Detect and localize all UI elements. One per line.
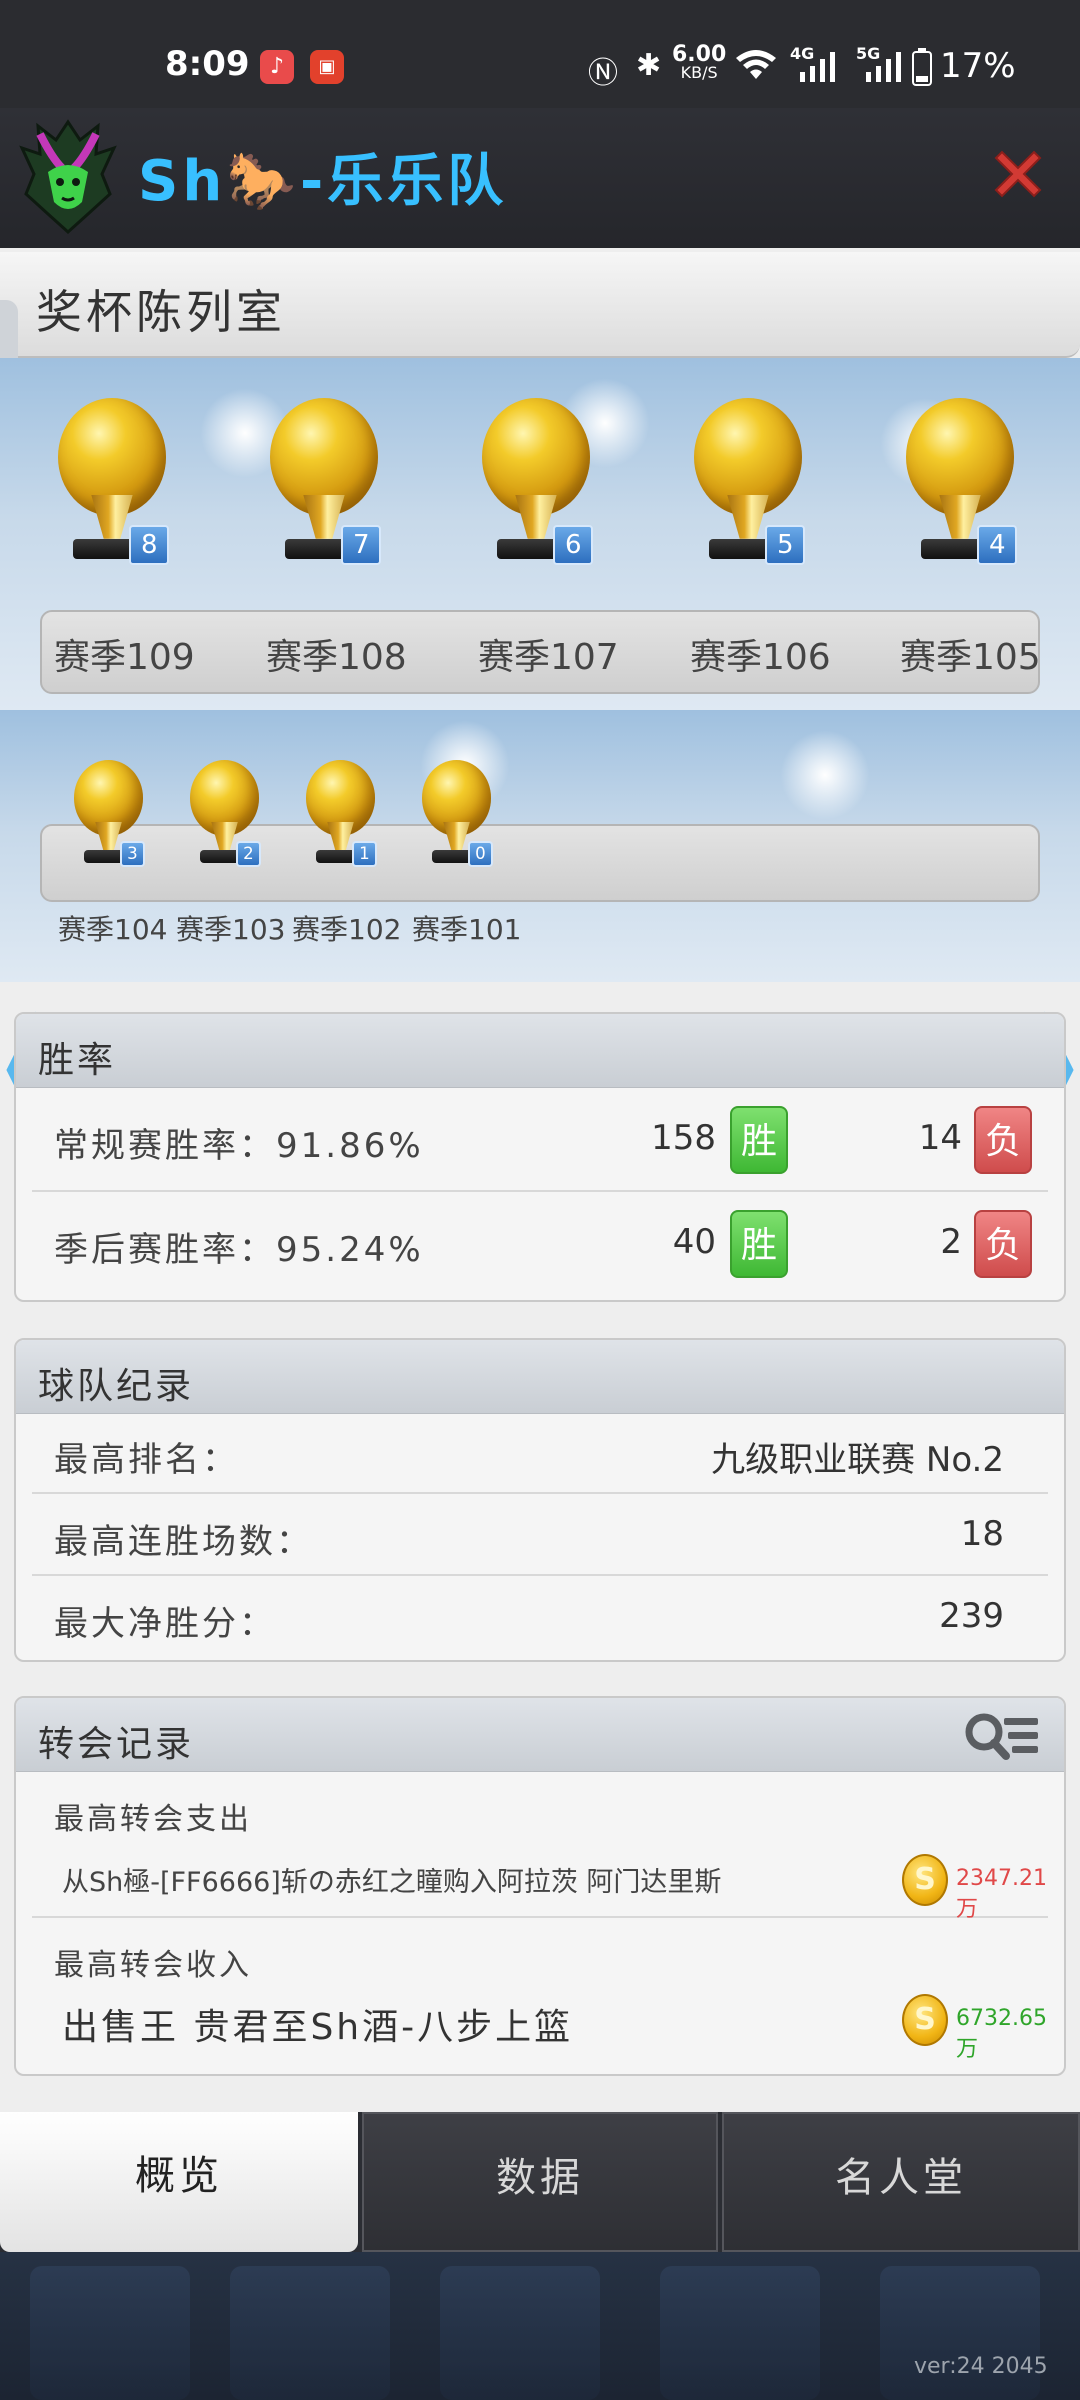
highest-spend-row: 最高转会支出 从Sh極-[FF6666]斩の赤红之瞳购入阿拉茨 阿门达里斯 S … [32, 1772, 1048, 1922]
season-label: 赛季104 [58, 913, 168, 946]
status-time: 8:09 [165, 44, 250, 84]
team-name-prefix: Sh [138, 149, 227, 214]
trophy-count-badge: 2 [235, 841, 262, 867]
trophy-count-badge: 3 [119, 841, 146, 867]
close-icon [994, 150, 1042, 198]
bluetooth-icon: ✱ [636, 48, 662, 83]
season-label: 赛季108 [266, 637, 407, 678]
stadium-light [780, 730, 870, 820]
team-name: Sh🐎-乐乐队 [138, 136, 507, 217]
record-label: 最高排名： [54, 1440, 239, 1480]
win-rate-title: 胜率 [38, 1040, 117, 1081]
highest-spend-text: 从Sh極-[FF6666]斩の赤红之瞳购入阿拉茨 阿门达里斯 [62, 1867, 722, 1898]
win-rate-card: 胜率 常规赛胜率：91.86% 158 胜 14 负 季后赛胜率：95.24% … [14, 1012, 1066, 1302]
overview-panel: 奖杯陈列室 8 赛季109 7 赛季108 6 赛季107 5 赛季106 4 赛季105 3 赛季1… [0, 248, 1080, 2112]
transfer-record-card: 转会记录 最高转会支出 从Sh極-[FF6666]斩の赤红之瞳购入阿拉茨 阿门达… [14, 1696, 1066, 2076]
trophy-room-title: 奖杯陈列室 [36, 285, 286, 339]
coin-icon: S [902, 1854, 948, 1906]
loss-tag: 负 [974, 1210, 1032, 1278]
team-record-card: 球队纪录 最高排名： 九级职业联赛 No.2 最高连胜场数： 18 最大净胜分：… [14, 1338, 1066, 1662]
dock-slot [30, 2266, 190, 2400]
trophy-count-badge: 8 [129, 524, 170, 565]
record-value: 九级职业联赛 No.2 [711, 1440, 1004, 1480]
trophy-count-badge: 6 [553, 524, 594, 565]
regular-wins: 158 [651, 1118, 716, 1158]
regular-losses: 14 [918, 1118, 962, 1158]
battery-icon [912, 48, 932, 94]
highest-income-label: 最高转会收入 [54, 1948, 252, 1983]
highest-spend-label: 最高转会支出 [54, 1802, 252, 1837]
bottom-tabs: 概览 数据 名人堂 [0, 2112, 1080, 2252]
trophy-count-badge: 5 [765, 524, 806, 565]
transfer-record-title: 转会记录 [38, 1724, 195, 1765]
record-row-win-streak: 最高连胜场数： 18 [32, 1494, 1048, 1576]
coin-icon: S [902, 1994, 948, 2046]
playoff-wins: 40 [672, 1222, 716, 1262]
win-tag: 胜 [730, 1106, 788, 1174]
status-bar: 8:09 ♪ ▣ Ⓝ ✱ 6.00 KB/S 4G 5G 17% [0, 0, 1080, 108]
season-label: 赛季102 [292, 913, 402, 946]
win-rate-header: 胜率 [16, 1014, 1064, 1088]
trophy-count-badge: 7 [341, 524, 382, 565]
shopping-app-icon: ▣ [310, 50, 344, 84]
season-label: 赛季107 [478, 637, 619, 678]
regular-season-rate: 常规赛胜率：91.86% [54, 1126, 424, 1166]
dock-slot [880, 2266, 1040, 2400]
highest-income-text: 出售王 贵君至Sh酒-八步上篮 [62, 2007, 574, 2048]
trophy-room-header: 奖杯陈列室 [0, 252, 1080, 358]
team-logo [18, 118, 118, 235]
tab-overview[interactable]: 概览 [0, 2112, 358, 2252]
record-row-point-margin: 最大净胜分： 239 [32, 1576, 1048, 1656]
trophy-count-badge: 1 [351, 841, 378, 867]
win-tag: 胜 [730, 1210, 788, 1278]
trophy-count-badge: 0 [467, 841, 494, 867]
transfer-list-button[interactable] [962, 1708, 1042, 1764]
music-app-icon: ♪ [260, 50, 294, 84]
dock-slot [440, 2266, 600, 2400]
loss-tag: 负 [974, 1106, 1032, 1174]
record-value: 18 [960, 1514, 1004, 1554]
horse-emoji-icon: 🐎 [226, 149, 300, 214]
team-record-title: 球队纪录 [38, 1366, 195, 1407]
regular-season-row: 常规赛胜率：91.86% 158 胜 14 负 [32, 1088, 1048, 1192]
record-label: 最高连胜场数： [54, 1522, 313, 1562]
transfer-record-header: 转会记录 [16, 1698, 1064, 1772]
version-label: ver:24 2045 [914, 2354, 1048, 2379]
season-label: 赛季106 [690, 637, 831, 678]
close-button[interactable] [988, 144, 1048, 204]
highest-spend-amount: 2347.21万 [956, 1866, 1047, 1922]
dock-slot [660, 2266, 820, 2400]
network-speed: 6.00 KB/S [672, 42, 727, 82]
season-label: 赛季101 [412, 913, 522, 946]
team-header: Sh🐎-乐乐队 [0, 108, 1080, 248]
battery-percentage: 17% [940, 46, 1016, 86]
playoff-rate: 季后赛胜率：95.24% [54, 1230, 424, 1270]
network-speed-value: 6.00 [672, 42, 727, 67]
highest-income-amount: 6732.65万 [956, 2006, 1047, 2062]
playoff-losses: 2 [940, 1222, 962, 1262]
team-record-header: 球队纪录 [16, 1340, 1064, 1414]
search-list-icon [965, 1713, 1038, 1760]
tab-hall-of-fame[interactable]: 名人堂 [722, 2112, 1080, 2252]
team-name-suffix: -乐乐队 [299, 149, 508, 214]
season-label: 赛季105 [900, 637, 1041, 678]
record-value: 239 [939, 1596, 1004, 1636]
tab-data[interactable]: 数据 [362, 2112, 718, 2252]
dock-slot [230, 2266, 390, 2400]
season-label: 赛季109 [54, 637, 195, 678]
highest-income-row: 最高转会收入 出售王 贵君至Sh酒-八步上篮 S 6732.65万 [32, 1918, 1048, 2068]
record-row-highest-rank: 最高排名： 九级职业联赛 No.2 [32, 1414, 1048, 1494]
season-label-bar [40, 824, 1040, 902]
playoff-row: 季后赛胜率：95.24% 40 胜 2 负 [32, 1192, 1048, 1296]
wifi-icon [734, 48, 778, 90]
record-label: 最大净胜分： [54, 1604, 276, 1644]
nfc-icon: Ⓝ [588, 56, 618, 91]
trophy-count-badge: 4 [977, 524, 1018, 565]
season-label: 赛季103 [176, 913, 286, 946]
